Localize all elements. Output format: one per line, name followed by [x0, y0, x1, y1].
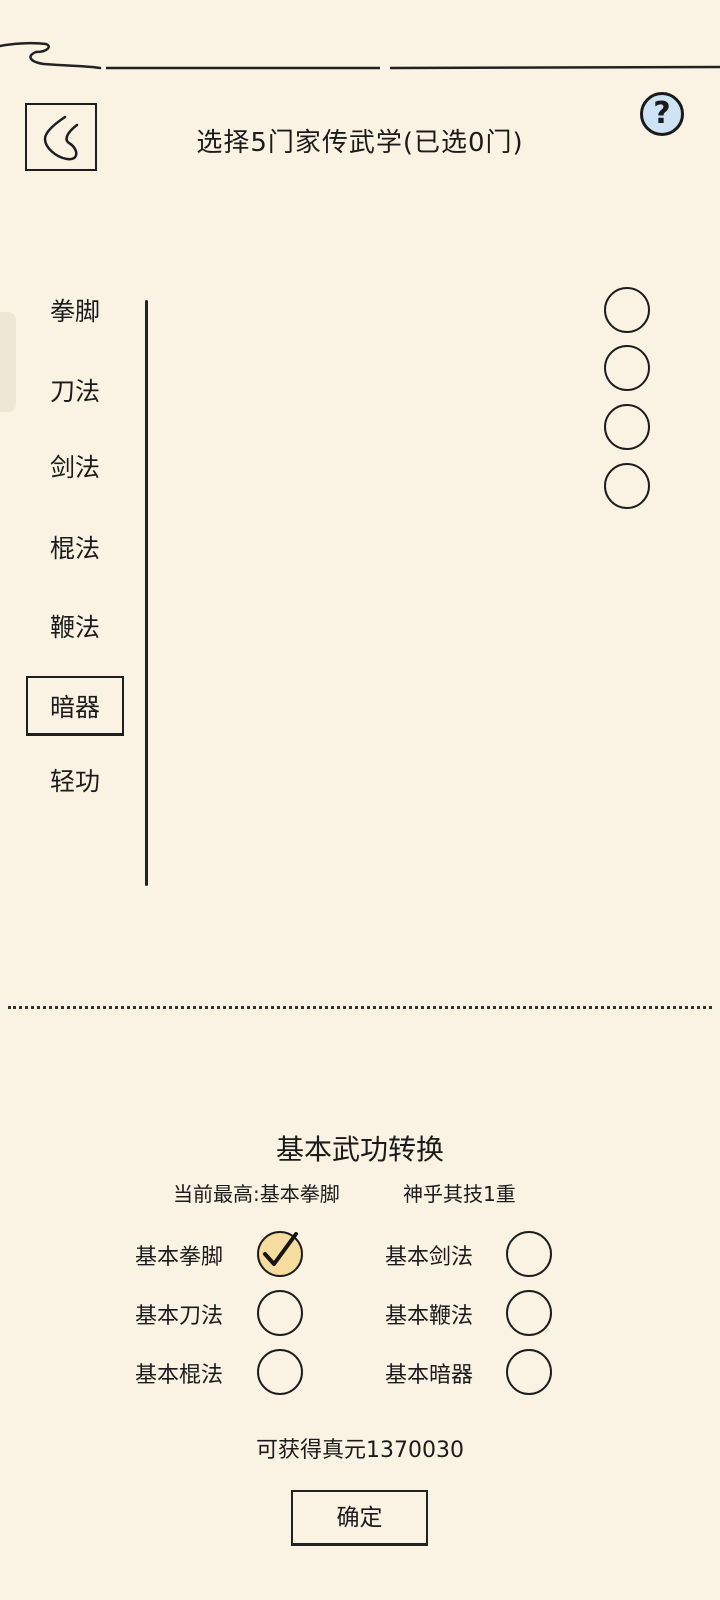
- category-tab[interactable]: 轻功: [26, 752, 124, 812]
- category-tab[interactable]: 刀法: [26, 362, 124, 422]
- conversion-option-label: 基本暗器: [385, 1363, 474, 1388]
- page-title: 选择5门家传武学(已选0门): [196, 128, 524, 158]
- conversion-option-radio[interactable]: [257, 1231, 303, 1277]
- confirm-button[interactable]: 确定: [291, 1490, 428, 1546]
- edge-handle: [0, 312, 16, 412]
- conversion-option-label: 基本刀法: [135, 1304, 224, 1329]
- conversion-option-label: 基本拳脚: [135, 1245, 224, 1270]
- help-button[interactable]: ?: [640, 92, 684, 136]
- conversion-option-radio[interactable]: [257, 1349, 303, 1395]
- conversion-option-radio[interactable]: [506, 1349, 552, 1395]
- reward-text: 可获得真元1370030: [256, 1438, 464, 1463]
- conversion-option-radio[interactable]: [506, 1290, 552, 1336]
- top-decorative-line: [0, 41, 720, 70]
- category-tab[interactable]: 棍法: [26, 519, 124, 579]
- skill-slot-circle[interactable]: [604, 463, 650, 509]
- sidebar-divider: [145, 300, 148, 886]
- conversion-option-label: 基本棍法: [135, 1363, 224, 1388]
- category-tab[interactable]: 剑法: [26, 438, 124, 498]
- current-level-label: 神乎其技1重: [403, 1182, 516, 1206]
- skill-slot-circle[interactable]: [604, 404, 650, 450]
- conversion-option-label: 基本剑法: [385, 1245, 474, 1270]
- skill-slot-circle[interactable]: [604, 345, 650, 391]
- category-tab[interactable]: 拳脚: [26, 282, 124, 342]
- skill-slot-circle[interactable]: [604, 287, 650, 333]
- check-icon: [263, 1232, 298, 1266]
- category-tab[interactable]: 鞭法: [26, 598, 124, 658]
- conversion-option-label: 基本鞭法: [385, 1304, 474, 1329]
- section-divider: [8, 1006, 712, 1009]
- conversion-option-radio[interactable]: [257, 1290, 303, 1336]
- conversion-option-radio[interactable]: [506, 1231, 552, 1277]
- category-tab[interactable]: 暗器: [26, 676, 124, 736]
- current-best-label: 当前最高:基本拳脚: [173, 1182, 340, 1206]
- conversion-title: 基本武功转换: [275, 1133, 444, 1166]
